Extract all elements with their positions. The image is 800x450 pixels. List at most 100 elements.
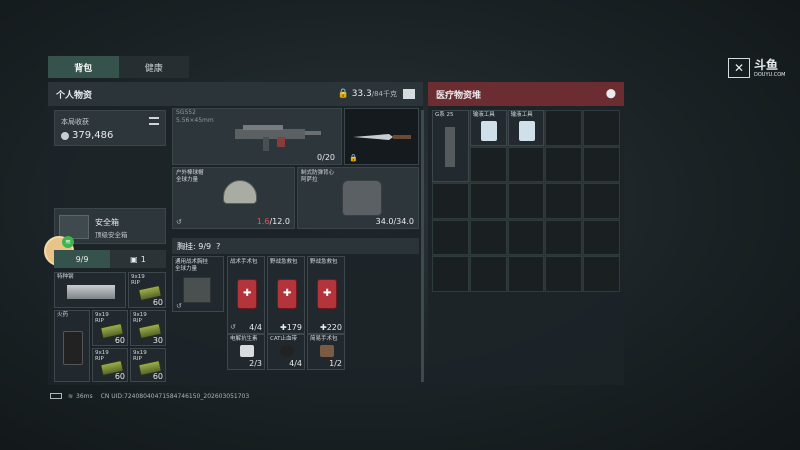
bag-item-sublabel: RIP — [95, 318, 104, 324]
watermark-url: DOUYU.COM — [754, 72, 786, 78]
empty-slot[interactable] — [469, 219, 507, 256]
empty-slot[interactable] — [545, 256, 583, 292]
rig-item[interactable]: 野战急救包 ✚179 — [267, 256, 305, 334]
watermark-brand: 斗鱼 — [754, 58, 779, 72]
empty-slot[interactable] — [432, 183, 469, 219]
iv-bag-icon — [518, 121, 535, 141]
rig-item[interactable]: 野战急救包 ✚220 — [307, 256, 345, 334]
bag-item-ammo[interactable]: 9x19 RIP 60 — [130, 348, 166, 382]
bag-item-sublabel: RIP — [131, 280, 140, 286]
bag-item-sublabel: RIP — [95, 356, 104, 362]
list-icon[interactable] — [403, 89, 415, 99]
weight-max: /84千克 — [371, 90, 397, 98]
safebox-sub: 顶级安全箱 — [95, 231, 128, 239]
empty-slot[interactable] — [507, 256, 545, 292]
lock-icon: 🔒 — [349, 154, 358, 162]
empty-slot[interactable] — [545, 183, 583, 219]
armor-name: 制式防弹背心 — [301, 170, 335, 176]
coin-icon — [61, 131, 69, 140]
return-icon: ↺ — [230, 323, 236, 331]
weapon-slot[interactable]: SG552 5.56×45mm 0/20 — [172, 108, 342, 165]
scrollbar[interactable] — [421, 110, 424, 382]
bag-item-steel[interactable]: 特种钢 — [54, 272, 126, 308]
help-icon[interactable]: ? — [216, 242, 220, 251]
helmet-durability: 1.6 — [256, 217, 270, 226]
container-tabs: 9/9 ▣ 1 — [54, 250, 166, 268]
ping-value: 36ms — [76, 392, 93, 400]
empty-slot[interactable] — [583, 146, 620, 183]
medical-title: 医疗物资堆 — [436, 90, 482, 101]
earnings-box: 本局收获 379,486 — [54, 110, 166, 146]
armor-slot[interactable]: 制式防弹背心 阿萨拉 34.0/34.0 — [297, 167, 419, 229]
empty-slot[interactable] — [507, 219, 545, 256]
tab-health[interactable]: 健康 — [119, 56, 190, 78]
weapon-ammo: 0/20 — [317, 153, 335, 162]
medical-item[interactable]: 输液工具 — [507, 110, 545, 146]
bag-item-count: 60 — [114, 336, 125, 345]
rig-item[interactable]: 战术手术包 ↺ 4/4 — [227, 256, 265, 334]
rifle-icon — [235, 125, 321, 151]
location-pin-icon[interactable]: ⬤ — [606, 89, 616, 99]
earnings-label: 本局收获 — [61, 118, 89, 126]
count-tab-a[interactable]: 9/9 — [54, 250, 110, 268]
helmet-sub: 全球力量 — [176, 177, 199, 183]
magazine-icon — [445, 127, 455, 167]
empty-slot[interactable] — [432, 219, 469, 256]
pill-icon — [240, 345, 254, 357]
empty-slot[interactable] — [583, 256, 620, 292]
empty-slot[interactable] — [469, 146, 507, 183]
armor-durability: 34.0/34.0 — [375, 217, 414, 226]
empty-slot[interactable] — [545, 146, 583, 183]
weapon-caliber: 5.56×45mm — [176, 117, 214, 124]
chest-rig-label: 胸挂: 9/9 — [177, 241, 212, 251]
empty-slot[interactable] — [583, 219, 620, 256]
rig-item-count: 4/4 — [289, 359, 302, 368]
bag-item-label: 特种钢 — [57, 274, 74, 280]
bag-item-count: 60 — [114, 372, 125, 381]
weapon-name: SG552 — [176, 109, 196, 116]
rig-item[interactable]: CAT止血带 4/4 — [267, 334, 305, 370]
box-icon: ▣ — [130, 254, 138, 264]
empty-slot[interactable] — [545, 219, 583, 256]
bag-item-sublabel: RIP — [133, 318, 142, 324]
rig-item[interactable]: 通用战术胸挂 全球力量 ↺ — [172, 256, 224, 312]
rig-item-label: 通用战术胸挂 — [175, 259, 209, 265]
empty-slot[interactable] — [583, 110, 620, 146]
return-icon: ↺ — [176, 302, 182, 310]
rig-item-count: 179 — [286, 323, 302, 332]
bag-item-ammo[interactable]: 9x19 RIP 30 — [130, 310, 166, 346]
helmet-slot[interactable]: 户外棒球帽 全球力量 1.6/12.0 ↺ — [172, 167, 295, 229]
rig-item[interactable]: 简易手术包 1/2 — [307, 334, 345, 370]
return-icon: ↺ — [176, 218, 182, 226]
empty-slot[interactable] — [545, 110, 583, 146]
helmet-name: 户外棒球帽 — [176, 170, 204, 176]
empty-slot[interactable] — [583, 183, 620, 219]
earnings-value: 379,486 — [72, 130, 114, 141]
rig-item[interactable]: 电解抗生素 2/3 — [227, 334, 265, 370]
count-tab-b[interactable]: ▣ 1 — [110, 250, 166, 268]
safebox-icon — [59, 215, 89, 239]
medical-item[interactable]: 输液工具 — [469, 110, 507, 146]
bag-item-gunpowder[interactable]: 火药 — [54, 310, 90, 382]
earnings-list-icon[interactable] — [149, 117, 159, 125]
melee-slot[interactable]: 🔒 — [344, 108, 419, 165]
empty-slot[interactable] — [507, 183, 545, 219]
surgery-kit-icon — [320, 345, 334, 357]
rig-icon — [183, 277, 211, 303]
bag-item-count: 60 — [152, 298, 163, 307]
bag-item-ammo[interactable]: 9x19 RIP 60 — [128, 272, 166, 308]
close-icon[interactable]: ✕ — [728, 58, 750, 78]
empty-slot[interactable] — [469, 183, 507, 219]
bag-item-sublabel: RIP — [133, 356, 142, 362]
medical-item[interactable]: G系 25 — [432, 110, 469, 183]
med-kit-icon — [277, 279, 297, 309]
tab-backpack[interactable]: 背包 — [48, 56, 119, 78]
battery-icon — [50, 393, 62, 399]
bag-item-ammo[interactable]: 9x19 RIP 60 — [92, 348, 128, 382]
empty-slot[interactable] — [432, 256, 469, 292]
bag-item-count: 60 — [152, 372, 163, 381]
wifi-icon: ≋ — [62, 236, 74, 248]
bag-item-ammo[interactable]: 9x19 RIP 60 — [92, 310, 128, 346]
empty-slot[interactable] — [507, 146, 545, 183]
empty-slot[interactable] — [469, 256, 507, 292]
